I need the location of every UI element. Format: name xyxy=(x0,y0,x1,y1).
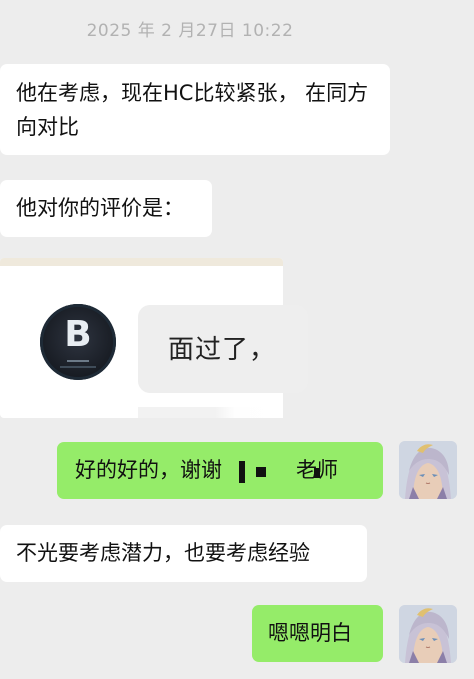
chat-timestamp: 2025 年 2 月27日 10:22 xyxy=(86,21,294,41)
image-inner-bubble: 面过了， xyxy=(138,305,308,393)
avatar[interactable] xyxy=(399,605,457,663)
anime-girl-avatar xyxy=(399,441,457,499)
b-logo-icon: B xyxy=(40,304,116,380)
anime-girl-avatar xyxy=(399,605,457,663)
message-bubble-outgoing[interactable]: 嗯嗯明白 xyxy=(252,605,383,662)
logo-line xyxy=(60,366,96,368)
message-text-before: 好的好的，谢谢 xyxy=(75,458,222,482)
message-text: 不光要考虑潜力，也要考虑经验 xyxy=(16,541,310,565)
message-bubble-incoming[interactable]: 他对你的评价是： xyxy=(0,180,212,237)
message-text: 他对你的评价是： xyxy=(16,196,184,220)
message-bubble-outgoing[interactable]: 好的好的，谢谢老师 xyxy=(57,442,383,499)
avatar[interactable] xyxy=(399,441,457,499)
image-fade xyxy=(215,398,283,418)
redaction-mark xyxy=(256,467,266,477)
message-text: 他在考虑，现在HC比较紧张， 在同方向对比 xyxy=(16,81,369,139)
logo-line xyxy=(67,360,89,362)
message-text: 嗯嗯明白 xyxy=(268,621,352,645)
redaction-mark xyxy=(314,468,320,478)
message-bubble-incoming[interactable]: 他在考虑，现在HC比较紧张， 在同方向对比 xyxy=(0,64,390,155)
image-caption: 面过了， xyxy=(168,335,277,365)
message-bubble-incoming[interactable]: 不光要考虑潜力，也要考虑经验 xyxy=(0,525,367,582)
logo-letter: B xyxy=(64,314,92,355)
image-top-strip xyxy=(0,258,283,266)
redaction-mark xyxy=(239,461,245,483)
